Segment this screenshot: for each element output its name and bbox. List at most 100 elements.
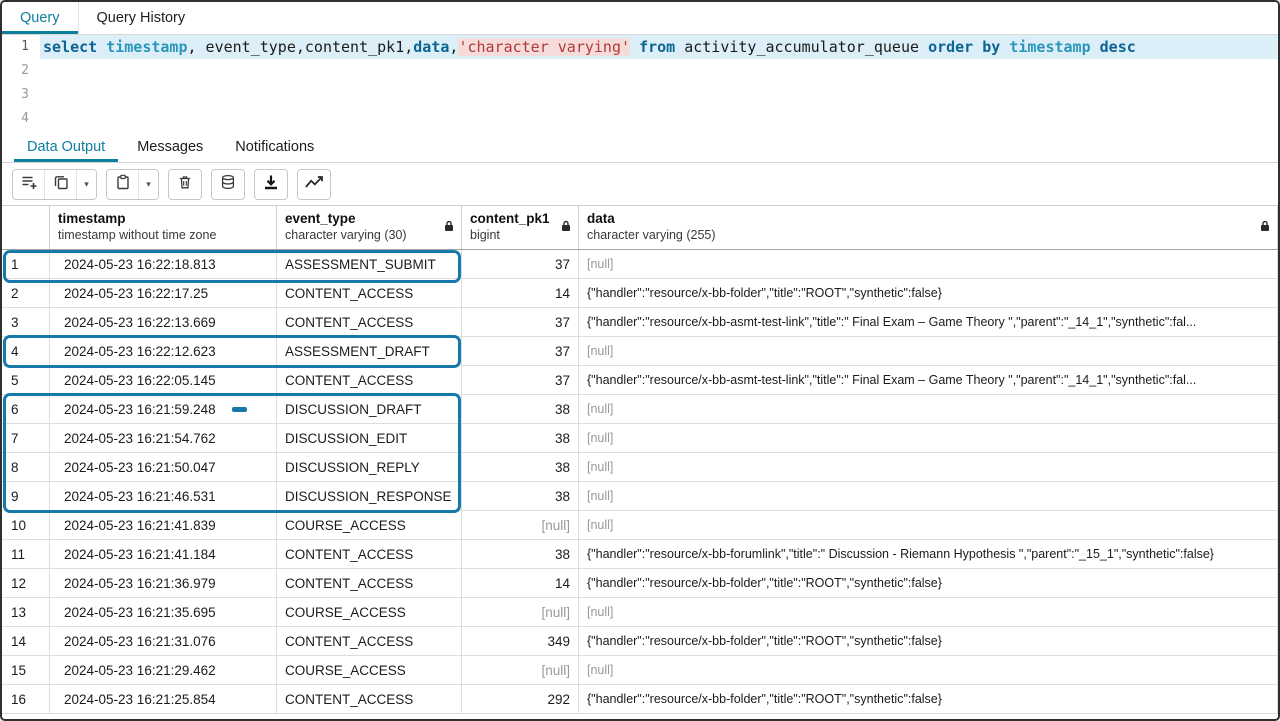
content-pk1-cell[interactable]: 292: [462, 685, 579, 713]
row-number-cell[interactable]: 4: [2, 337, 50, 365]
event-type-cell[interactable]: COURSE_ACCESS: [277, 656, 462, 684]
table-row[interactable]: 92024-05-23 16:21:46.531DISCUSSION_RESPO…: [2, 482, 1278, 511]
timestamp-cell[interactable]: 2024-05-23 16:22:18.813: [50, 250, 277, 278]
content-pk1-cell[interactable]: 37: [462, 308, 579, 336]
event-type-cell[interactable]: CONTENT_ACCESS: [277, 279, 462, 307]
event-type-cell[interactable]: COURSE_ACCESS: [277, 598, 462, 626]
row-number-cell[interactable]: 5: [2, 366, 50, 394]
timestamp-cell[interactable]: 2024-05-23 16:21:36.979: [50, 569, 277, 597]
timestamp-cell[interactable]: 2024-05-23 16:21:31.076: [50, 627, 277, 655]
save-data-changes-button[interactable]: [212, 170, 244, 199]
event-type-cell[interactable]: ASSESSMENT_SUBMIT: [277, 250, 462, 278]
content-pk1-cell[interactable]: 38: [462, 453, 579, 481]
table-row[interactable]: 42024-05-23 16:22:12.623ASSESSMENT_DRAFT…: [2, 337, 1278, 366]
table-row[interactable]: 122024-05-23 16:21:36.979CONTENT_ACCESS1…: [2, 569, 1278, 598]
event-type-cell[interactable]: CONTENT_ACCESS: [277, 540, 462, 568]
data-cell[interactable]: [null]: [579, 482, 1278, 510]
content-pk1-cell[interactable]: 38: [462, 540, 579, 568]
table-row[interactable]: 72024-05-23 16:21:54.762DISCUSSION_EDIT3…: [2, 424, 1278, 453]
table-row[interactable]: 22024-05-23 16:22:17.25CONTENT_ACCESS14{…: [2, 279, 1278, 308]
sql-code-line-2[interactable]: [40, 59, 1278, 83]
code-area[interactable]: select timestamp, event_type,content_pk1…: [40, 35, 1278, 131]
timestamp-cell[interactable]: 2024-05-23 16:21:35.695: [50, 598, 277, 626]
paste-button[interactable]: [107, 170, 139, 199]
timestamp-cell[interactable]: 2024-05-23 16:22:12.623: [50, 337, 277, 365]
graph-visualiser-button[interactable]: [298, 170, 330, 199]
tab-notifications[interactable]: Notifications: [222, 131, 327, 162]
table-row[interactable]: 152024-05-23 16:21:29.462COURSE_ACCESS[n…: [2, 656, 1278, 685]
content-pk1-cell[interactable]: 38: [462, 424, 579, 452]
data-cell[interactable]: {"handler":"resource/x-bb-folder","title…: [579, 627, 1278, 655]
event-type-cell[interactable]: CONTENT_ACCESS: [277, 685, 462, 713]
row-number-cell[interactable]: 6: [2, 395, 50, 423]
sql-code-line-1[interactable]: select timestamp, event_type,content_pk1…: [40, 35, 1278, 59]
col-header-content-pk1[interactable]: content_pk1 bigint: [462, 206, 579, 249]
table-row[interactable]: 112024-05-23 16:21:41.184CONTENT_ACCESS3…: [2, 540, 1278, 569]
event-type-cell[interactable]: CONTENT_ACCESS: [277, 627, 462, 655]
content-pk1-cell[interactable]: 37: [462, 337, 579, 365]
content-pk1-cell[interactable]: 37: [462, 250, 579, 278]
data-cell[interactable]: [null]: [579, 656, 1278, 684]
row-number-cell[interactable]: 2: [2, 279, 50, 307]
timestamp-cell[interactable]: 2024-05-23 16:21:46.531: [50, 482, 277, 510]
event-type-cell[interactable]: DISCUSSION_REPLY: [277, 453, 462, 481]
table-row[interactable]: 142024-05-23 16:21:31.076CONTENT_ACCESS3…: [2, 627, 1278, 656]
paste-options-button[interactable]: ▾: [139, 170, 158, 199]
data-cell[interactable]: {"handler":"resource/x-bb-folder","title…: [579, 279, 1278, 307]
table-row[interactable]: 52024-05-23 16:22:05.145CONTENT_ACCESS37…: [2, 366, 1278, 395]
table-row[interactable]: 12024-05-23 16:22:18.813ASSESSMENT_SUBMI…: [2, 250, 1278, 279]
data-cell[interactable]: {"handler":"resource/x-bb-asmt-test-link…: [579, 366, 1278, 394]
tab-data-output[interactable]: Data Output: [14, 131, 118, 162]
row-number-cell[interactable]: 13: [2, 598, 50, 626]
data-cell[interactable]: [null]: [579, 337, 1278, 365]
delete-row-button[interactable]: [169, 170, 201, 199]
data-cell[interactable]: {"handler":"resource/x-bb-folder","title…: [579, 569, 1278, 597]
col-header-timestamp[interactable]: timestamp timestamp without time zone: [50, 206, 277, 249]
content-pk1-cell[interactable]: [null]: [462, 656, 579, 684]
table-row[interactable]: 82024-05-23 16:21:50.047DISCUSSION_REPLY…: [2, 453, 1278, 482]
event-type-cell[interactable]: DISCUSSION_RESPONSE: [277, 482, 462, 510]
data-cell[interactable]: {"handler":"resource/x-bb-folder","title…: [579, 685, 1278, 713]
data-cell[interactable]: [null]: [579, 424, 1278, 452]
timestamp-cell[interactable]: 2024-05-23 16:21:54.762: [50, 424, 277, 452]
row-number-cell[interactable]: 8: [2, 453, 50, 481]
data-cell[interactable]: [null]: [579, 250, 1278, 278]
sql-editor[interactable]: 1234 select timestamp, event_type,conten…: [2, 35, 1278, 131]
tab-query[interactable]: Query: [2, 2, 79, 34]
row-number-cell[interactable]: 16: [2, 685, 50, 713]
sql-code-line-4[interactable]: [40, 107, 1278, 131]
col-header-data[interactable]: data character varying (255): [579, 206, 1278, 249]
timestamp-cell[interactable]: 2024-05-23 16:22:13.669: [50, 308, 277, 336]
tab-messages[interactable]: Messages: [124, 131, 216, 162]
data-cell[interactable]: [null]: [579, 453, 1278, 481]
row-number-cell[interactable]: 14: [2, 627, 50, 655]
save-results-to-file-button[interactable]: [255, 170, 287, 199]
timestamp-cell[interactable]: 2024-05-23 16:21:29.462: [50, 656, 277, 684]
timestamp-cell[interactable]: 2024-05-23 16:22:05.145: [50, 366, 277, 394]
row-number-cell[interactable]: 10: [2, 511, 50, 539]
timestamp-cell[interactable]: 2024-05-23 16:21:50.047: [50, 453, 277, 481]
row-number-header[interactable]: [2, 206, 50, 249]
event-type-cell[interactable]: DISCUSSION_EDIT: [277, 424, 462, 452]
row-number-cell[interactable]: 9: [2, 482, 50, 510]
content-pk1-cell[interactable]: 14: [462, 569, 579, 597]
event-type-cell[interactable]: DISCUSSION_DRAFT: [277, 395, 462, 423]
content-pk1-cell[interactable]: [null]: [462, 598, 579, 626]
data-cell[interactable]: [null]: [579, 395, 1278, 423]
table-row[interactable]: 132024-05-23 16:21:35.695COURSE_ACCESS[n…: [2, 598, 1278, 627]
timestamp-cell[interactable]: 2024-05-23 16:21:25.854: [50, 685, 277, 713]
copy-button[interactable]: [45, 170, 77, 199]
data-cell[interactable]: {"handler":"resource/x-bb-forumlink","ti…: [579, 540, 1278, 568]
data-cell[interactable]: [null]: [579, 511, 1278, 539]
timestamp-cell[interactable]: 2024-05-23 16:21:41.839: [50, 511, 277, 539]
col-header-event-type[interactable]: event_type character varying (30): [277, 206, 462, 249]
row-number-cell[interactable]: 1: [2, 250, 50, 278]
data-cell[interactable]: [null]: [579, 598, 1278, 626]
data-cell[interactable]: {"handler":"resource/x-bb-asmt-test-link…: [579, 308, 1278, 336]
timestamp-cell[interactable]: 2024-05-23 16:21:41.184: [50, 540, 277, 568]
tab-query-history[interactable]: Query History: [79, 2, 204, 34]
event-type-cell[interactable]: CONTENT_ACCESS: [277, 569, 462, 597]
timestamp-cell[interactable]: 2024-05-23 16:21:59.248: [50, 395, 277, 423]
event-type-cell[interactable]: CONTENT_ACCESS: [277, 308, 462, 336]
row-number-cell[interactable]: 11: [2, 540, 50, 568]
